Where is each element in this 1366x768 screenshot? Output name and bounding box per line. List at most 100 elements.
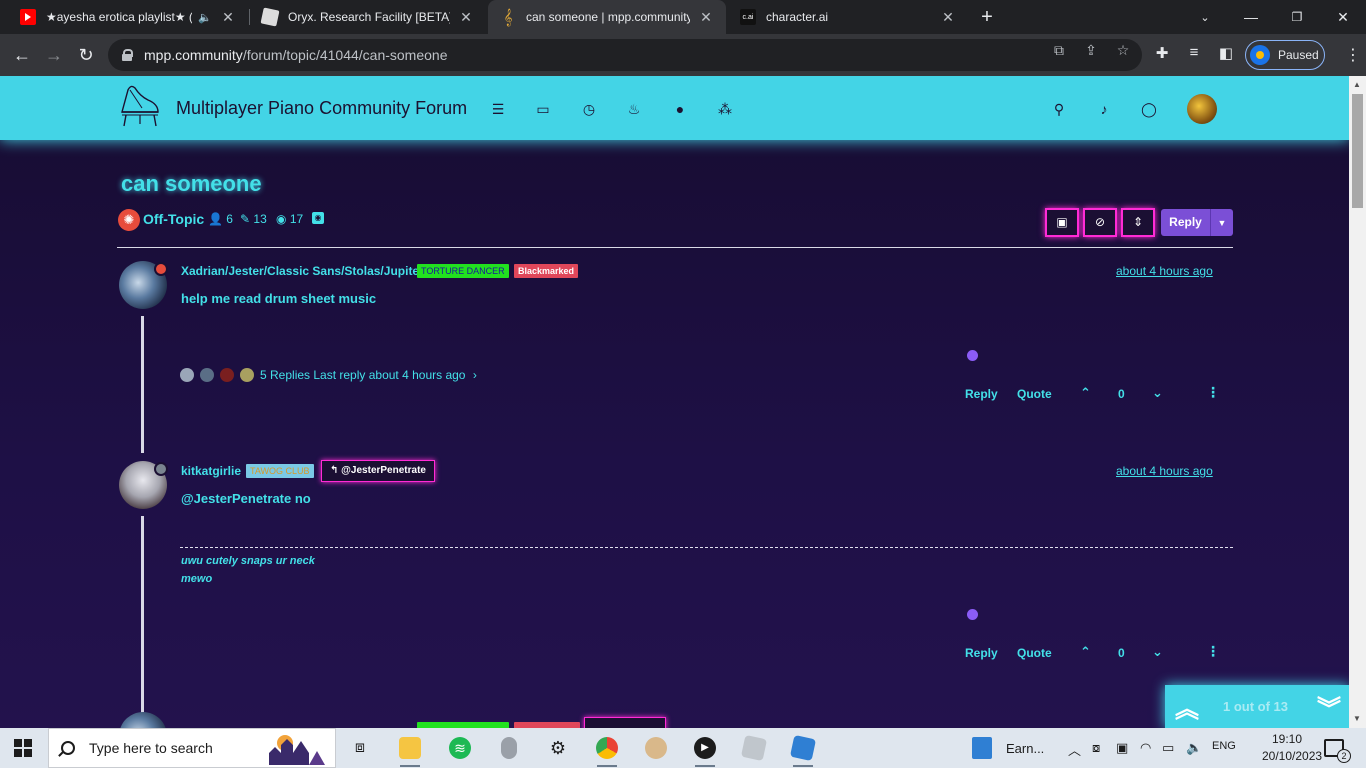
sort-button[interactable]: ⇕ xyxy=(1121,208,1155,237)
extensions-icon[interactable]: ✚ xyxy=(1151,44,1173,62)
double-chevron-down-icon[interactable]: ︾ xyxy=(1317,689,1341,724)
taskbar-earn-widget[interactable]: Earn... xyxy=(972,728,1054,768)
group-badge[interactable]: Blackmarked xyxy=(514,264,579,278)
upvote-icon[interactable]: ⌃ xyxy=(1080,385,1091,401)
taskbar-clock[interactable]: 19:10 20/10/2023 xyxy=(1262,731,1322,765)
watch-button[interactable]: ⊘ xyxy=(1083,208,1117,237)
browser-tab-mpp[interactable]: 𝄞 can someone | mpp.community ✕ xyxy=(488,0,726,34)
post-timestamp[interactable]: about 4 hours ago xyxy=(1116,464,1213,478)
search-icon[interactable]: ⚲ xyxy=(1050,100,1068,118)
browser-tab-oryx[interactable]: Oryx. Research Facility [BETA] - R ✕ xyxy=(250,0,486,34)
taskbar-settings[interactable]: ⚙ xyxy=(538,728,578,768)
tab-search-chevron-icon[interactable]: ⌄ xyxy=(1182,0,1228,34)
forward-button[interactable]: → xyxy=(42,43,66,67)
close-icon[interactable]: ✕ xyxy=(940,9,956,26)
close-icon[interactable]: ✕ xyxy=(698,9,714,26)
replies-link[interactable]: 5 Replies Last reply about 4 hours ago › xyxy=(260,368,477,382)
clock-icon[interactable]: ◷ xyxy=(580,100,598,118)
minimize-button[interactable]: — xyxy=(1228,0,1274,34)
user-avatar[interactable] xyxy=(1187,94,1217,124)
group-icon[interactable]: ⁂ xyxy=(716,100,734,118)
downvote-icon[interactable]: ⌄ xyxy=(1152,385,1163,401)
inbox-icon[interactable]: ▭ xyxy=(534,100,552,118)
taskbar-file-explorer[interactable] xyxy=(390,728,430,768)
browser-menu-icon[interactable]: ⋮ xyxy=(1345,45,1361,65)
username[interactable]: Xadrian/Jester/Classic Sans/Stolas/Jupit… xyxy=(181,264,424,278)
post-paginator[interactable]: ︽ 1 out of 13 ︾ xyxy=(1165,685,1349,728)
site-title[interactable]: Multiplayer Piano Community Forum xyxy=(176,98,467,119)
taskbar-roblox-studio[interactable] xyxy=(734,728,774,768)
share-icon[interactable]: ⇪ xyxy=(1082,42,1100,59)
new-tab-button[interactable]: + xyxy=(976,6,998,28)
taskbar-media-player[interactable]: ▶ xyxy=(685,728,725,768)
post-timestamp[interactable]: about 4 hours ago xyxy=(1116,264,1213,278)
tray-app-icon[interactable]: ▣ xyxy=(1116,740,1128,756)
close-window-button[interactable]: ✕ xyxy=(1320,0,1366,34)
reply-button[interactable]: Reply xyxy=(965,646,998,660)
close-icon[interactable]: ✕ xyxy=(220,9,236,26)
avatar[interactable] xyxy=(119,712,167,728)
chevron-up-icon[interactable]: ︿ xyxy=(1068,740,1081,759)
taskbar-spotify[interactable]: ≋ xyxy=(440,728,480,768)
restore-button[interactable]: ❐ xyxy=(1274,0,1320,34)
language-indicator[interactable]: ENG xyxy=(1212,740,1236,752)
battery-icon[interactable]: ▭ xyxy=(1162,740,1174,756)
scroll-up-arrow-icon[interactable]: ▲ xyxy=(1353,80,1361,89)
piano-logo[interactable] xyxy=(118,82,162,128)
globe-icon[interactable]: ✺ xyxy=(118,209,140,231)
replier-avatar[interactable] xyxy=(240,368,254,382)
taskbar-chrome[interactable] xyxy=(587,728,627,768)
bell-icon[interactable]: ♪ xyxy=(1095,100,1113,118)
mark-unread-button[interactable]: ▣ xyxy=(1045,208,1079,237)
browser-tab-characterai[interactable]: c.ai character.ai ✕ xyxy=(728,0,968,34)
page-scrollbar[interactable]: ▲ ▼ xyxy=(1349,76,1366,728)
speaker-icon[interactable]: 🔈 xyxy=(198,11,212,24)
volume-icon[interactable]: 🔈 xyxy=(1186,740,1202,756)
fire-icon[interactable]: ♨ xyxy=(625,100,643,118)
media-control-icon[interactable]: ≡ xyxy=(1183,44,1205,61)
wifi-icon[interactable]: ◠ xyxy=(1140,740,1151,756)
reply-button[interactable]: Reply xyxy=(965,387,998,401)
caret-down-icon[interactable]: ▼ xyxy=(1211,218,1233,228)
group-badge[interactable]: TORTURE DANCER xyxy=(417,264,509,278)
replier-avatar[interactable] xyxy=(180,368,194,382)
scrollbar-thumb[interactable] xyxy=(1352,94,1363,208)
topic-reply-button[interactable]: Reply ▼ xyxy=(1161,209,1233,236)
emoji-reaction-icon[interactable] xyxy=(967,609,978,620)
profile-button[interactable]: Paused xyxy=(1245,40,1325,70)
scroll-down-arrow-icon[interactable]: ▼ xyxy=(1353,714,1361,723)
notification-center-icon[interactable]: 2 xyxy=(1324,739,1351,763)
quote-button[interactable]: Quote xyxy=(1017,646,1052,660)
windows-start-icon[interactable] xyxy=(14,739,32,757)
double-chevron-up-icon[interactable]: ︽ xyxy=(1175,689,1199,724)
reply-to-link[interactable]: ↰ @JesterPenetrate xyxy=(321,460,435,482)
rss-icon[interactable]: ◉ xyxy=(312,212,324,224)
open-in-app-icon[interactable]: ⧉ xyxy=(1050,42,1068,59)
downvote-icon[interactable]: ⌄ xyxy=(1152,644,1163,660)
close-icon[interactable]: ✕ xyxy=(458,9,474,26)
lock-icon[interactable] xyxy=(122,49,133,61)
user-icon[interactable]: ● xyxy=(671,100,689,118)
bookmark-star-icon[interactable]: ☆ xyxy=(1114,42,1132,59)
browser-tab-youtube[interactable]: ★ayesha erotica playlist★ (M 🔈 ✕ xyxy=(8,0,248,34)
camera-icon[interactable]: ⧇ xyxy=(1092,740,1100,756)
chat-icon[interactable]: ◯ xyxy=(1140,100,1158,118)
upvote-icon[interactable]: ⌃ xyxy=(1080,644,1091,660)
emoji-reaction-icon[interactable] xyxy=(967,350,978,361)
quote-button[interactable]: Quote xyxy=(1017,387,1052,401)
taskbar-mouse-app[interactable] xyxy=(489,728,529,768)
back-button[interactable]: ← xyxy=(10,43,34,67)
group-badge[interactable]: TAWOG CLUB xyxy=(246,464,314,478)
taskbar-paint[interactable] xyxy=(636,728,676,768)
post-menu-icon[interactable]: ⋮ xyxy=(1206,384,1220,401)
username[interactable]: kitkatgirlie xyxy=(181,464,241,478)
reload-button[interactable]: ↻ xyxy=(74,43,98,67)
task-view-button[interactable]: ⧈ xyxy=(340,728,380,768)
category-link[interactable]: Off-Topic xyxy=(143,211,204,227)
post-menu-icon[interactable]: ⋮ xyxy=(1206,643,1220,660)
taskbar-roblox[interactable] xyxy=(783,728,823,768)
side-panel-icon[interactable]: ◧ xyxy=(1215,44,1237,62)
list-icon[interactable]: ☰ xyxy=(489,100,507,118)
taskbar-search-box[interactable]: Type here to search xyxy=(48,728,336,768)
reply-to-link[interactable] xyxy=(584,717,666,728)
